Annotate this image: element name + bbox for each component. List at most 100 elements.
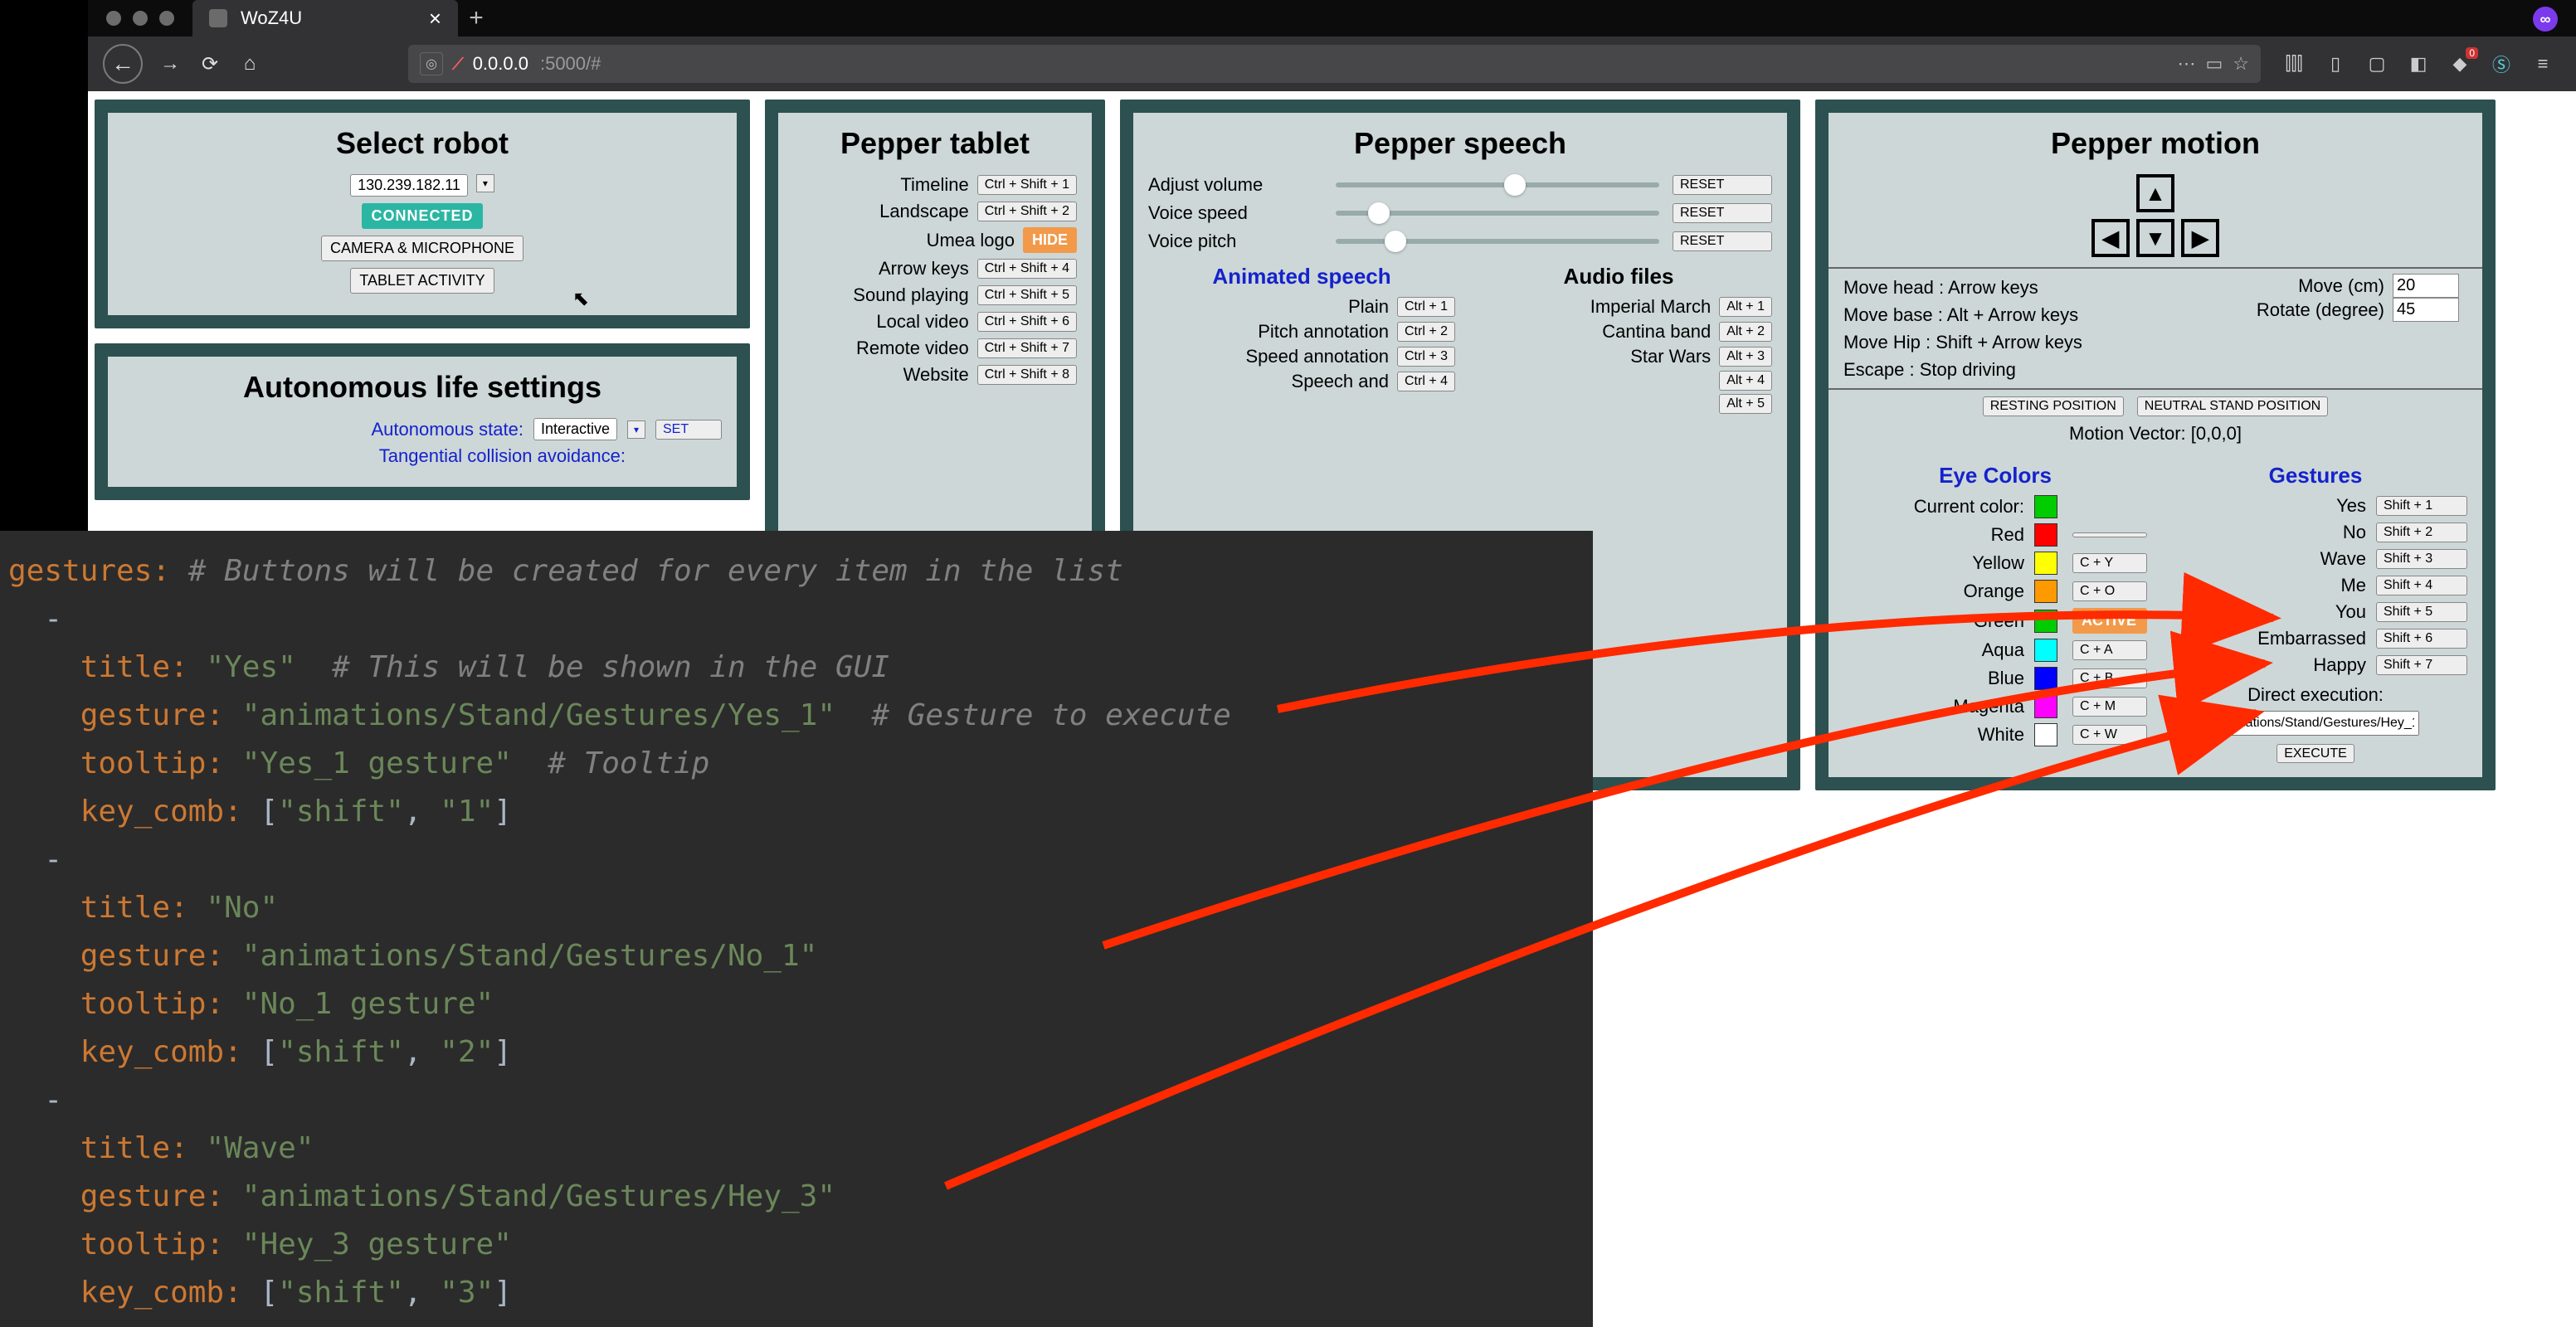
direct-execution-input[interactable] (2212, 711, 2419, 736)
animated-label: Speed annotation (1148, 346, 1389, 367)
reset-button[interactable]: RESET (1673, 203, 1772, 223)
direct-execution-label: Direct execution: (2164, 684, 2467, 706)
resting-position-button[interactable]: RESTING POSITION (1983, 396, 2124, 416)
extension-badge[interactable]: ∞ (2533, 7, 2558, 32)
tablet-shortcut-button[interactable]: Ctrl + Shift + 7 (977, 338, 1077, 358)
home-button[interactable]: ⌂ (237, 51, 262, 76)
arrow-down-button[interactable]: ▼ (2136, 219, 2174, 257)
neutral-position-button[interactable]: NEUTRAL STAND POSITION (2137, 396, 2328, 416)
robot-ip-field[interactable]: 130.239.182.11 (350, 174, 468, 197)
new-tab-button[interactable]: + (458, 0, 494, 36)
animated-shortcut-button[interactable]: Ctrl + 1 (1397, 297, 1455, 317)
gesture-shortcut-button[interactable]: Shift + 4 (2376, 576, 2467, 595)
audio-shortcut-button[interactable]: Alt + 5 (1719, 394, 1772, 414)
tablet-shortcut-button[interactable]: Ctrl + Shift + 1 (977, 175, 1077, 195)
slider-thumb[interactable] (1385, 231, 1406, 252)
forward-button[interactable]: → (158, 51, 183, 76)
minimize-window-dot[interactable] (133, 11, 148, 26)
slider-track[interactable] (1336, 211, 1659, 216)
tablet-hide-button[interactable]: HIDE (1023, 227, 1077, 253)
tablet-shortcut-button[interactable]: Ctrl + Shift + 5 (977, 285, 1077, 305)
audio-shortcut-button[interactable]: Alt + 1 (1719, 297, 1772, 317)
arrow-up-button[interactable]: ▲ (2136, 174, 2174, 212)
gestures-heading: Gestures (2164, 463, 2467, 489)
color-shortcut-button[interactable]: C + Y (2072, 553, 2147, 573)
animated-shortcut-button[interactable]: Ctrl + 2 (1397, 322, 1455, 342)
audio-shortcut-button[interactable]: Alt + 2 (1719, 322, 1772, 342)
tablet-shortcut-button[interactable]: Ctrl + Shift + 2 (977, 202, 1077, 221)
tablet-row: Remote videoCtrl + Shift + 7 (793, 338, 1077, 359)
tablet-label: Arrow keys (793, 258, 969, 279)
animated-shortcut-button[interactable]: Ctrl + 3 (1397, 347, 1455, 367)
gesture-shortcut-button[interactable]: Shift + 3 (2376, 549, 2467, 569)
url-bar[interactable]: ◎ ⁄ 0.0.0.0:5000/# ⋯ ▭ ☆ (408, 45, 2261, 83)
arrow-left-button[interactable]: ◀ (2091, 219, 2130, 257)
tablet-label: Timeline (793, 174, 969, 196)
gesture-shortcut-button[interactable]: Shift + 2 (2376, 523, 2467, 542)
tablet-row: Local videoCtrl + Shift + 6 (793, 311, 1077, 333)
reset-button[interactable]: RESET (1673, 231, 1772, 251)
audio-shortcut-button[interactable]: Alt + 3 (1719, 347, 1772, 367)
slider-track[interactable] (1336, 239, 1659, 244)
slider-thumb[interactable] (1504, 174, 1526, 196)
animated-row: Speed annotation Ctrl + 3 (1148, 346, 1455, 367)
close-window-dot[interactable] (106, 11, 121, 26)
library-icon[interactable]: ⫿⫿⫿ (2282, 52, 2306, 75)
arrow-right-button[interactable]: ▶ (2181, 219, 2219, 257)
color-shortcut-button[interactable] (2072, 532, 2147, 537)
tablet-label: Website (793, 364, 969, 386)
gesture-row: YesShift + 1 (2164, 495, 2467, 517)
menu-icon[interactable]: ≡ (2531, 52, 2554, 75)
audio-label: Imperial March (1465, 296, 1711, 318)
color-name: Orange (1843, 581, 2024, 602)
autonomous-state-select[interactable]: Interactive (533, 418, 617, 440)
color-shortcut-button[interactable]: C + W (2072, 725, 2147, 745)
tablet-shortcut-button[interactable]: Ctrl + Shift + 4 (977, 259, 1077, 279)
back-button[interactable]: ← (103, 44, 143, 84)
autonomous-set-button[interactable]: SET (655, 420, 722, 440)
speech-slider-row: Voice speedRESET (1148, 202, 1772, 224)
color-name: Red (1843, 524, 2024, 546)
tablet-activity-button[interactable]: TABLET ACTIVITY (350, 268, 494, 294)
maximize-window-dot[interactable] (159, 11, 174, 26)
color-shortcut-button[interactable]: C + A (2072, 640, 2147, 660)
tab-close-icon[interactable]: × (429, 6, 441, 32)
reload-button[interactable]: ⟳ (197, 51, 222, 76)
color-shortcut-button[interactable]: C + M (2072, 697, 2147, 717)
autonomous-state-stepper[interactable]: ▾ (627, 420, 645, 439)
color-swatch (2034, 610, 2057, 633)
rotate-input[interactable] (2393, 298, 2459, 322)
camera-mic-button[interactable]: CAMERA & MICROPHONE (321, 236, 523, 261)
gesture-shortcut-button[interactable]: Shift + 5 (2376, 602, 2467, 622)
reader-icon[interactable]: ▭ (2205, 53, 2223, 75)
extensions-icon[interactable]: ◧ (2407, 52, 2430, 75)
page-actions-icon[interactable]: ⋯ (2177, 53, 2195, 75)
color-shortcut-button[interactable]: C + O (2072, 581, 2147, 601)
gesture-shortcut-button[interactable]: Shift + 7 (2376, 655, 2467, 675)
slider-track[interactable] (1336, 182, 1659, 187)
color-shortcut-button[interactable]: C + B (2072, 668, 2147, 688)
tablet-shortcut-button[interactable]: Ctrl + Shift + 8 (977, 365, 1077, 385)
sidebar-icon[interactable]: ▯ (2324, 52, 2347, 75)
animated-shortcut-button[interactable]: Ctrl + 4 (1397, 372, 1455, 391)
gesture-shortcut-button[interactable]: Shift + 1 (2376, 496, 2467, 516)
gesture-row: HappyShift + 7 (2164, 654, 2467, 676)
execute-button[interactable]: EXECUTE (2277, 744, 2354, 763)
slider-thumb[interactable] (1368, 202, 1390, 224)
account-icon[interactable]: ◆0 (2448, 52, 2471, 75)
tablet-shortcut-button[interactable]: Ctrl + Shift + 6 (977, 312, 1077, 332)
bookmark-star-icon[interactable]: ☆ (2233, 53, 2249, 75)
robot-ip-stepper[interactable]: ▾ (476, 174, 494, 192)
browser-tab[interactable]: WoZ4U × (192, 0, 458, 36)
shield-icon[interactable]: ◎ (420, 52, 443, 75)
gesture-shortcut-button[interactable]: Shift + 6 (2376, 629, 2467, 649)
gesture-label: Me (2164, 575, 2366, 596)
audio-row: Cantina bandAlt + 2 (1465, 321, 1772, 343)
screenshot-icon[interactable]: ▢ (2365, 52, 2389, 75)
gesture-label: Wave (2164, 548, 2366, 570)
sync-icon[interactable]: Ⓢ (2490, 52, 2513, 75)
reset-button[interactable]: RESET (1673, 175, 1772, 195)
move-cm-input[interactable] (2393, 274, 2459, 298)
audio-shortcut-button[interactable]: Alt + 4 (1719, 371, 1772, 391)
tablet-row: Timeline Ctrl + Shift + 1 (793, 174, 1077, 196)
